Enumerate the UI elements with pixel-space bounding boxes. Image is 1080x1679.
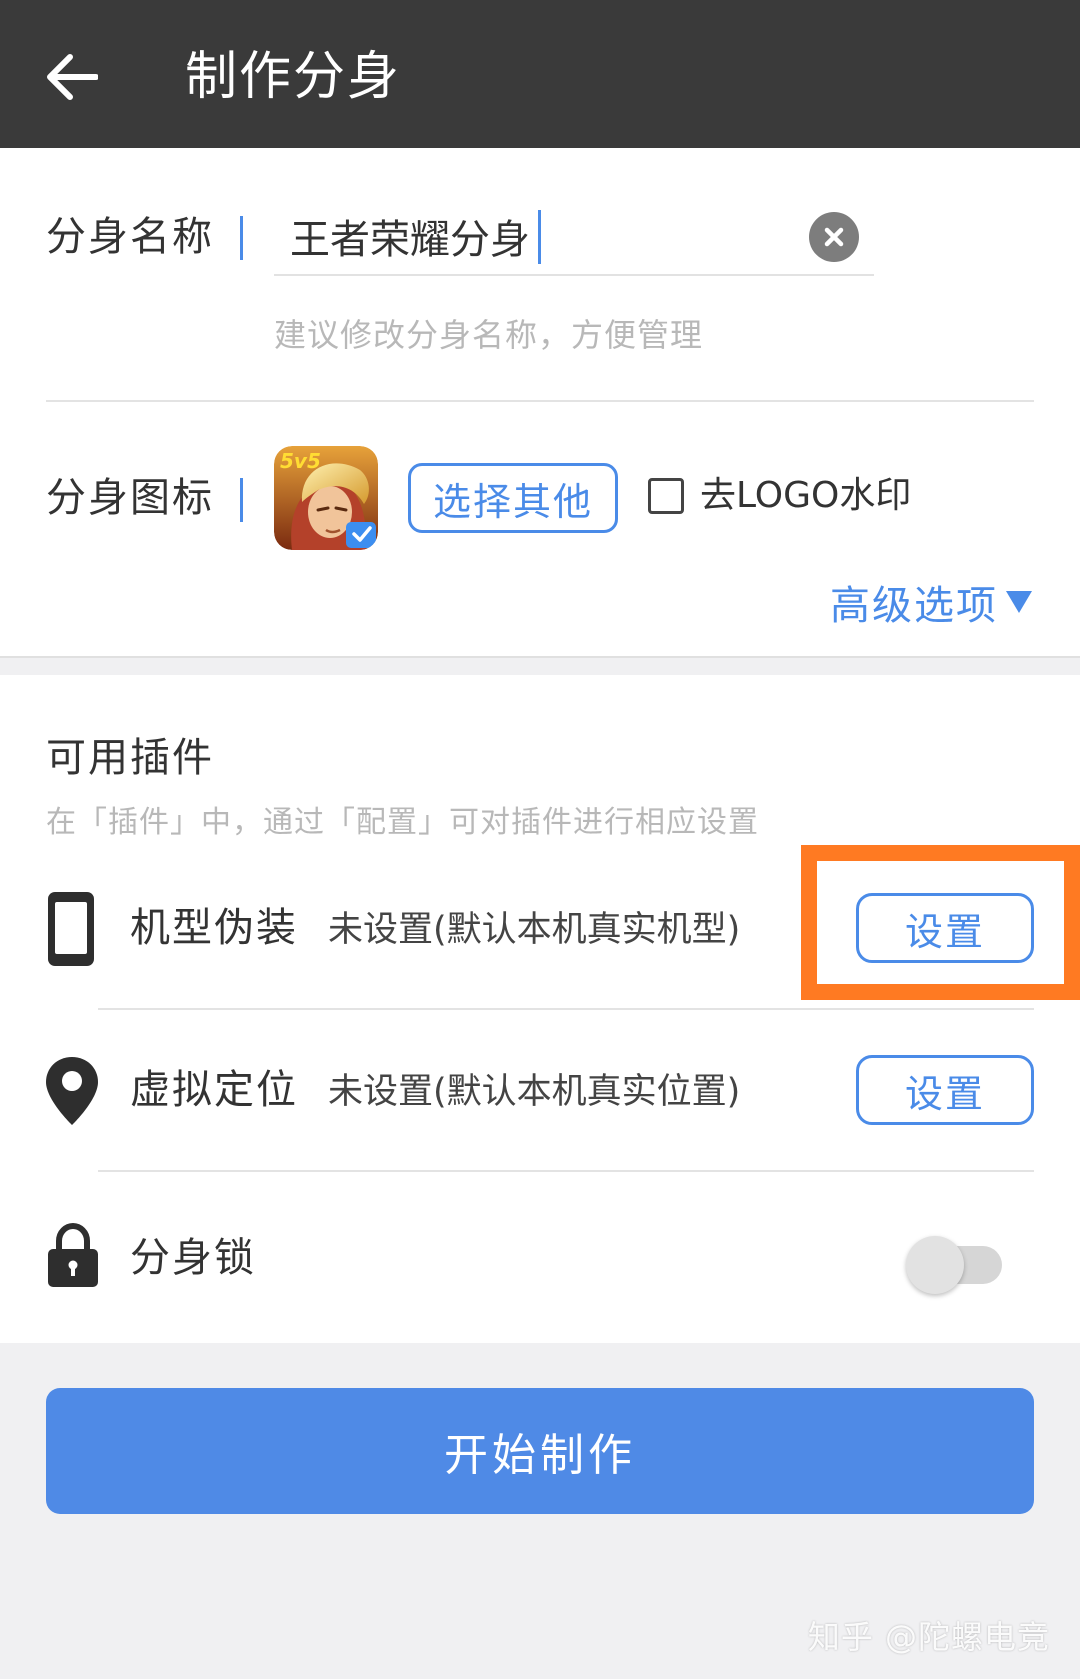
triangle-down-icon bbox=[1006, 591, 1032, 613]
label-divider bbox=[240, 216, 243, 260]
row-divider bbox=[98, 1008, 1034, 1010]
plugin-status: 未设置(默认本机真实机型) bbox=[328, 910, 741, 950]
clone-icon-label: 分身图标 bbox=[46, 475, 214, 521]
top-app-bar: 制作分身 bbox=[0, 0, 1080, 148]
toggle-knob bbox=[906, 1236, 964, 1294]
lock-icon bbox=[46, 1222, 100, 1293]
plugin-name: 虚拟定位 bbox=[130, 1067, 298, 1113]
highlight-box bbox=[801, 845, 1080, 1000]
advanced-options-label: 高级选项 bbox=[830, 583, 998, 629]
virtual-location-settings-button[interactable]: 设置 bbox=[856, 1055, 1034, 1125]
clear-input-icon[interactable] bbox=[809, 212, 859, 262]
choose-other-icon-button[interactable]: 选择其他 bbox=[408, 463, 618, 533]
label-divider bbox=[240, 478, 243, 522]
section-divider bbox=[46, 400, 1034, 402]
plugins-subtitle: 在「插件」中，通过「配置」可对插件进行相应设置 bbox=[46, 805, 759, 840]
back-arrow-icon[interactable] bbox=[38, 44, 104, 110]
plugins-card: 可用插件 在「插件」中，通过「配置」可对插件进行相应设置 机型伪装 未设置(默认… bbox=[0, 675, 1080, 1343]
start-create-button[interactable]: 开始制作 bbox=[46, 1388, 1034, 1514]
remove-logo-label: 去LOGO水印 bbox=[700, 475, 912, 516]
text-caret bbox=[538, 210, 541, 264]
clone-lock-toggle[interactable] bbox=[906, 1232, 1002, 1294]
phone-icon bbox=[46, 890, 96, 972]
plugin-name: 机型伪装 bbox=[130, 905, 298, 951]
clone-settings-card: 分身名称 建议修改分身名称，方便管理 分身图标 bbox=[0, 148, 1080, 658]
remove-logo-checkbox[interactable] bbox=[648, 478, 684, 514]
advanced-options-toggle[interactable]: 高级选项 bbox=[830, 573, 1034, 631]
plugins-title: 可用插件 bbox=[46, 735, 214, 781]
row-divider bbox=[98, 1170, 1034, 1172]
watermark-text: 知乎 @陀螺电竞 bbox=[807, 1618, 1050, 1656]
location-pin-icon bbox=[44, 1055, 100, 1131]
page-title: 制作分身 bbox=[185, 47, 402, 107]
plugin-status: 未设置(默认本机真实位置) bbox=[328, 1072, 741, 1112]
clone-name-label: 分身名称 bbox=[46, 214, 214, 260]
plugin-name: 分身锁 bbox=[130, 1235, 256, 1281]
clone-name-hint: 建议修改分身名称，方便管理 bbox=[274, 316, 704, 354]
svg-text:5v5: 5v5 bbox=[280, 449, 321, 473]
clone-name-input[interactable] bbox=[274, 206, 874, 276]
game-app-icon: 5v5 bbox=[274, 446, 378, 550]
